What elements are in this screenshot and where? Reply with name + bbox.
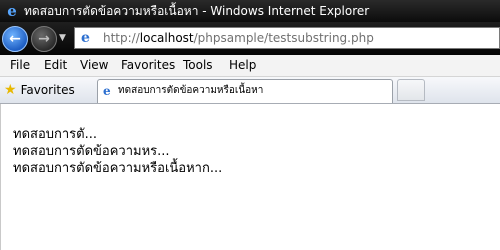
forward-button[interactable]: →: [31, 26, 57, 52]
text-line: ทดสอบการตัดข้อความหร...: [13, 144, 170, 159]
menu-view[interactable]: View: [78, 55, 110, 76]
url-path: /phpsample/testsubstring.php: [193, 31, 374, 45]
favorites-label: Favorites: [20, 83, 75, 97]
menu-edit[interactable]: Edit: [42, 55, 69, 76]
title-bar: e ทดสอบการตัดข้อความหรือเนื้อหา - Window…: [0, 0, 500, 22]
navigation-bar: ← → ▼ e http://localhost/phpsample/tests…: [0, 22, 500, 55]
url-host: localhost: [139, 31, 194, 45]
back-arrow-icon: ←: [9, 31, 21, 47]
chevron-down-icon: ▼: [59, 33, 66, 43]
new-tab-button[interactable]: [397, 79, 425, 101]
ie-page-icon: e: [81, 30, 90, 46]
menu-favorites[interactable]: Favorites: [119, 55, 177, 76]
favorites-bar: ★ Favorites e ทดสอบการตัดข้อความหรือเนื้อ…: [0, 77, 500, 104]
page-content: ทดสอบการตั... ทดสอบการตัดข้อความหร... ทด…: [0, 104, 500, 250]
tab-title: ทดสอบการตัดข้อความหรือเนื้อหา: [118, 85, 264, 96]
back-button[interactable]: ←: [2, 26, 28, 52]
tab-page-icon: e: [103, 84, 111, 98]
url-text[interactable]: http://localhost/phpsample/testsubstring…: [103, 28, 374, 48]
menu-tools[interactable]: Tools: [181, 55, 215, 76]
menu-bar: File Edit View Favorites Tools Help: [0, 55, 500, 77]
window-title: ทดสอบการตัดข้อความหรือเนื้อหา - Windows …: [24, 4, 370, 18]
recent-pages-dropdown[interactable]: ▼: [59, 33, 66, 43]
text-lines: ทดสอบการตั... ทดสอบการตัดข้อความหร... ทด…: [13, 126, 222, 177]
menu-file[interactable]: File: [8, 55, 32, 76]
star-icon: ★: [4, 82, 17, 98]
favorites-button[interactable]: ★ Favorites: [4, 80, 75, 100]
ie-logo-icon: e: [7, 2, 17, 20]
address-bar[interactable]: e http://localhost/phpsample/testsubstri…: [74, 27, 500, 49]
forward-arrow-icon: →: [38, 31, 50, 47]
text-line: ทดสอบการตั...: [13, 127, 97, 142]
text-line: ทดสอบการตัดข้อความหรือเนื้อหาก...: [13, 161, 223, 176]
tab-current[interactable]: e ทดสอบการตัดข้อความหรือเนื้อหา: [97, 79, 393, 103]
url-prefix: http://: [103, 31, 140, 45]
menu-help[interactable]: Help: [227, 55, 258, 76]
